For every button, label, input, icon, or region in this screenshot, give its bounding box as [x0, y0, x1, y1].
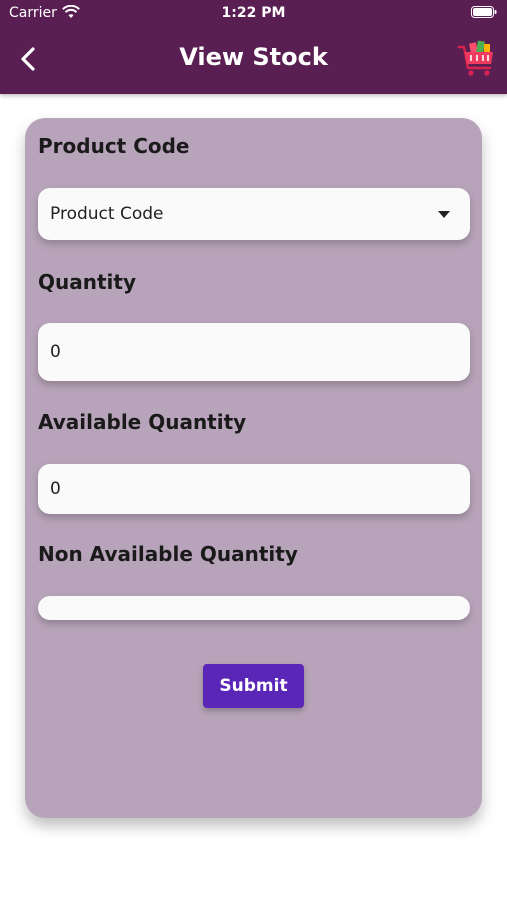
status-bar: Carrier 1:22 PM	[0, 0, 507, 28]
dropdown-arrow-icon	[438, 211, 450, 218]
page-title: View Stock	[179, 43, 328, 71]
app-bar: Carrier 1:22 PM View Stock	[0, 0, 507, 94]
available-quantity-label: Available Quantity	[38, 410, 247, 434]
submit-button[interactable]: Submit	[203, 664, 304, 708]
product-code-label: Product Code	[38, 134, 190, 158]
stock-form-card: Product Code Product Code Quantity Avail…	[25, 118, 482, 818]
quantity-input[interactable]	[50, 342, 470, 362]
quantity-field-container	[38, 323, 470, 381]
non-available-quantity-field-container	[38, 596, 470, 620]
non-available-quantity-input[interactable]	[50, 598, 470, 618]
battery-icon	[471, 6, 497, 18]
product-code-selected-value: Product Code	[50, 204, 164, 224]
non-available-quantity-label: Non Available Quantity	[38, 542, 298, 566]
product-code-dropdown[interactable]: Product Code	[38, 188, 470, 240]
status-time: 1:22 PM	[221, 5, 286, 21]
quantity-label: Quantity	[38, 270, 136, 294]
available-quantity-field-container	[38, 464, 470, 514]
shopping-cart-icon[interactable]	[457, 38, 497, 78]
available-quantity-input[interactable]	[50, 479, 470, 499]
